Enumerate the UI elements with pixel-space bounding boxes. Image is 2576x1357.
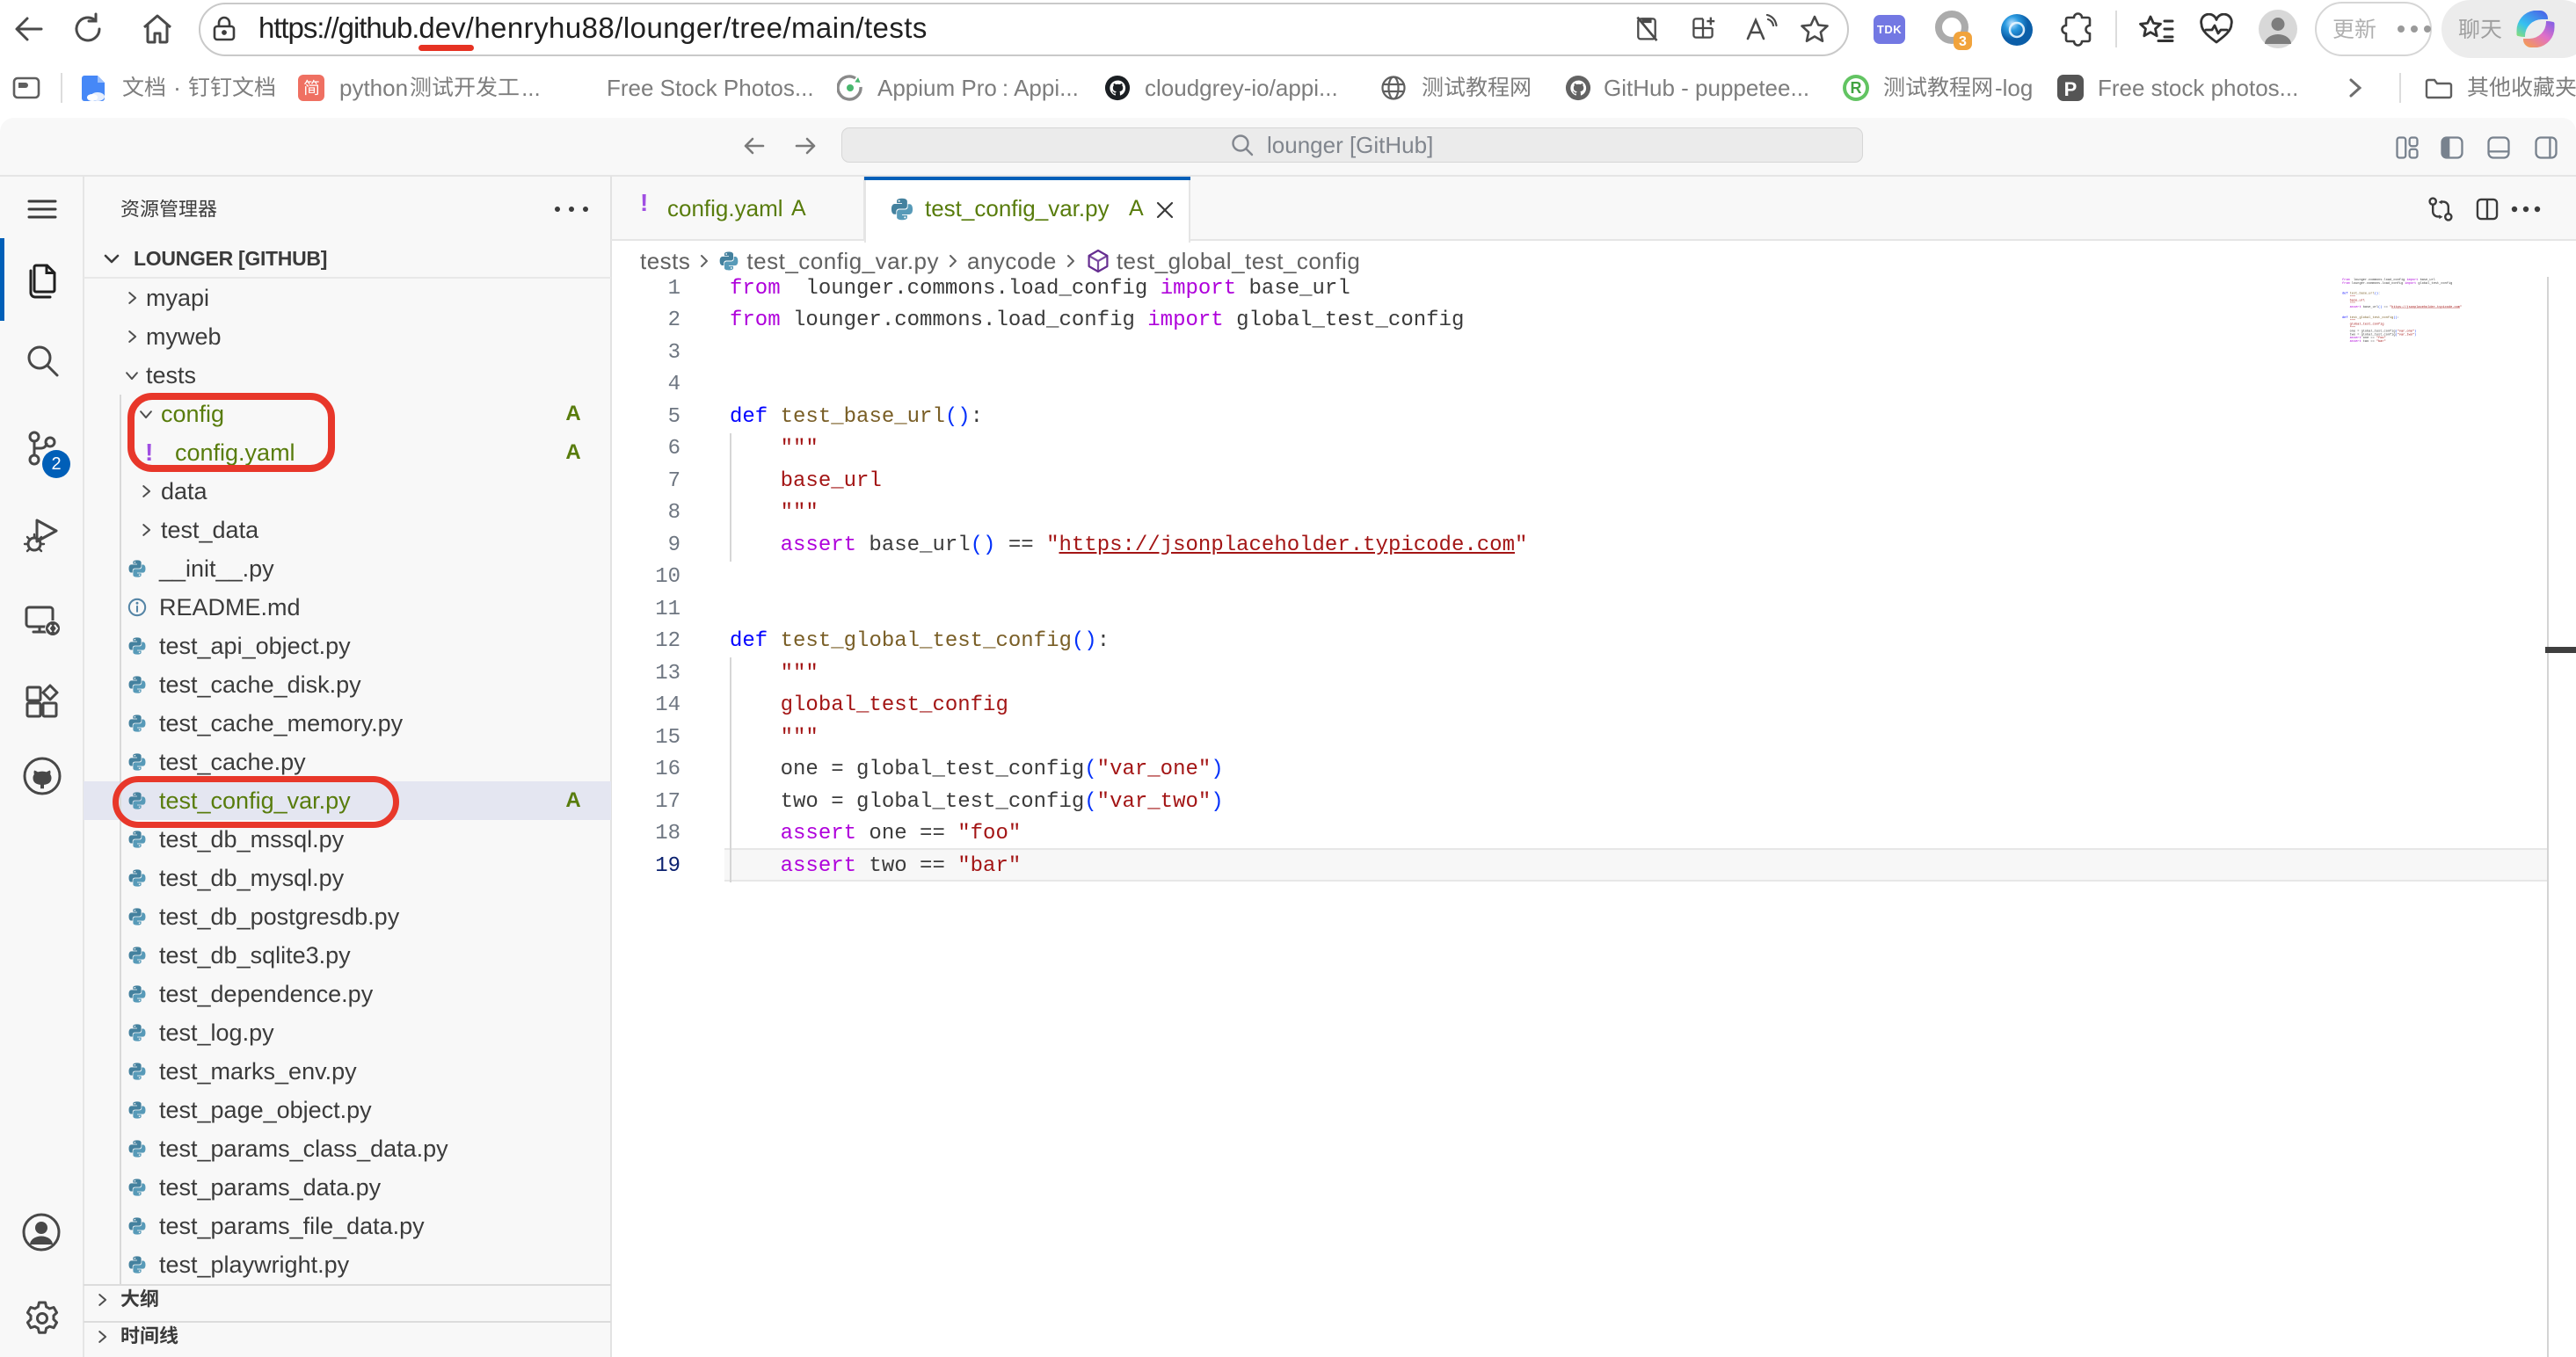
svg-text:3: 3 (1959, 34, 1967, 49)
